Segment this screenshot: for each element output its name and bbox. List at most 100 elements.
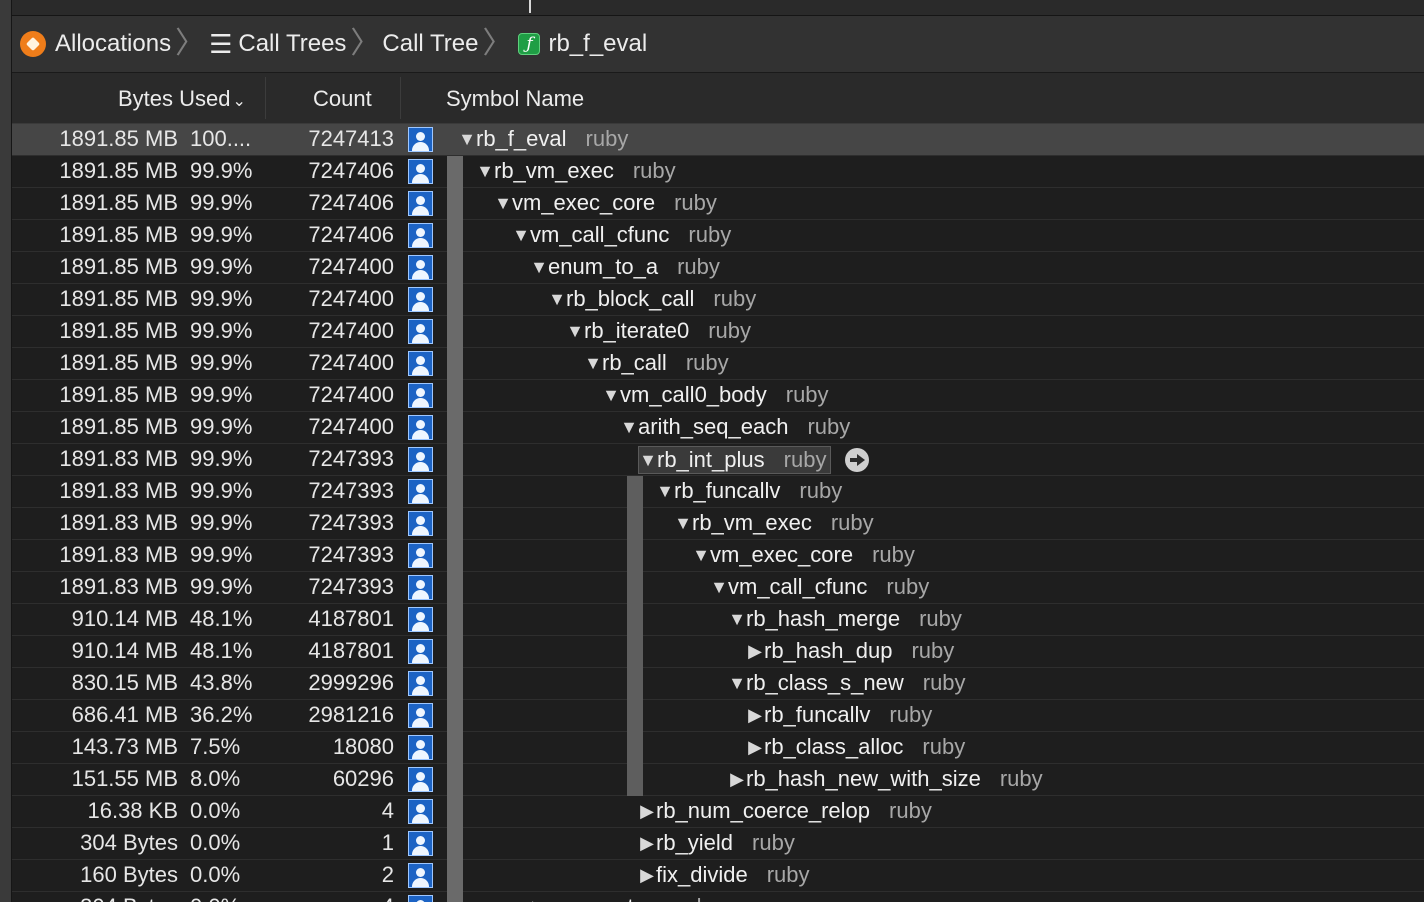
count-cell: 2981216 [308, 702, 394, 727]
table-row[interactable]: 1891.85 MB 99.9% 7247400 ▼ arith_seq_each rub… [11, 412, 1424, 444]
disclosure-expanded-icon[interactable]: ▼ [548, 289, 566, 310]
disclosure-expanded-icon[interactable]: ▼ [530, 257, 548, 278]
disclosure-expanded-icon[interactable]: ▼ [620, 417, 638, 438]
chevron-right-icon: 〉 [350, 27, 381, 60]
table-row[interactable]: 910.14 MB 48.1% 4187801 ▼ rb_hash_merge ruby [11, 604, 1424, 636]
count-cell: 7247393 [308, 446, 394, 471]
breadcrumb-allocations[interactable]: Allocations [11, 16, 171, 72]
symbol-name: rb_hash_new_with_size [746, 766, 981, 791]
table-row[interactable]: 1891.85 MB 99.9% 7247400 ▼ rb_block_call ruby [11, 284, 1424, 316]
table-row[interactable]: 1891.83 MB 99.9% 7247393 ▼ rb_int_plus ruby [11, 444, 1424, 476]
disclosure-expanded-icon[interactable]: ▼ [728, 673, 746, 694]
table-row[interactable]: 1891.83 MB 99.9% 7247393 ▼ vm_call_cfunc ruby [11, 572, 1424, 604]
symbol-name: vm_exec_core [710, 542, 854, 567]
disclosure-expanded-icon[interactable]: ▼ [728, 609, 746, 630]
bytes-percent-cell: 99.9% [190, 542, 253, 567]
table-row[interactable]: 1891.85 MB 99.9% 7247406 ▼ rb_vm_exec ruby [11, 156, 1424, 188]
disclosure-collapsed-icon[interactable]: ▶ [746, 641, 764, 662]
user-code-icon [408, 735, 433, 760]
table-row[interactable]: 16.38 KB 0.0% 4 ▶ rb_num_coerce_relop ruby [11, 796, 1424, 828]
disclosure-expanded-icon[interactable]: ▼ [602, 385, 620, 406]
disclosure-expanded-icon[interactable]: ▼ [674, 513, 692, 534]
column-divider[interactable] [400, 77, 401, 119]
user-code-icon [408, 287, 433, 312]
bytes-used-cell: 1891.85 MB [59, 254, 178, 279]
bytes-percent-cell: 99.9% [190, 446, 253, 471]
disclosure-collapsed-icon[interactable]: ▶ [728, 769, 746, 790]
bytes-percent-cell: 99.9% [190, 318, 253, 343]
table-row[interactable]: 1891.83 MB 99.9% 7247393 ▼ rb_vm_exec ruby [11, 508, 1424, 540]
disclosure-expanded-icon[interactable]: ▼ [656, 481, 674, 502]
table-row[interactable]: 143.73 MB 7.5% 18080 ▶ rb_class_alloc ruby [11, 732, 1424, 764]
table-row[interactable]: 1891.83 MB 99.9% 7247393 ▼ vm_exec_core ruby [11, 540, 1424, 572]
table-row[interactable]: 1891.85 MB 99.9% 7247400 ▼ rb_iterate0 ruby [11, 316, 1424, 348]
user-code-icon [408, 415, 433, 440]
user-code-icon [408, 607, 433, 632]
breadcrumb-call-trees[interactable]: ☰ Call Trees [207, 16, 346, 72]
disclosure-collapsed-icon[interactable]: ▶ [746, 737, 764, 758]
table-row[interactable]: 1891.85 MB 99.9% 7247400 ▼ enum_to_a ruby [11, 252, 1424, 284]
table-row[interactable]: 304 Bytes 0.0% 1 ▶ rb_yield ruby [11, 828, 1424, 860]
bytes-percent-cell: 43.8% [190, 670, 253, 695]
count-cell: 7247393 [308, 478, 394, 503]
user-code-icon [408, 447, 433, 472]
column-header-bytes-used[interactable]: Bytes Used ⌄ [118, 86, 246, 112]
call-tree-outline[interactable]: 1891.85 MB 100.... 7247413 ▼ rb_f_eval ruby 18… [11, 124, 1424, 902]
disclosure-expanded-icon[interactable]: ▼ [476, 161, 494, 182]
bytes-percent-cell: 99.9% [190, 158, 253, 183]
user-code-icon [408, 319, 433, 344]
disclosure-collapsed-icon[interactable]: ▶ [746, 705, 764, 726]
symbol-name: rb_hash_merge [746, 606, 901, 631]
bytes-used-cell: 1891.85 MB [59, 126, 178, 151]
table-row[interactable]: 686.41 MB 36.2% 2981216 ▶ rb_funcallv ruby [11, 700, 1424, 732]
table-row[interactable]: 1891.85 MB 99.9% 7247400 ▼ vm_call0_body ruby [11, 380, 1424, 412]
disclosure-expanded-icon[interactable]: ▼ [458, 129, 476, 150]
table-row[interactable]: 910.14 MB 48.1% 4187801 ▶ rb_hash_dup ruby [11, 636, 1424, 668]
disclosure-expanded-icon[interactable]: ▼ [710, 577, 728, 598]
disclosure-collapsed-icon[interactable]: ▶ [530, 897, 548, 902]
table-row[interactable]: 830.15 MB 43.8% 2999296 ▼ rb_class_s_new ruby [11, 668, 1424, 700]
disclosure-expanded-icon[interactable]: ▼ [692, 545, 710, 566]
symbol-cell: ▶ rb_yield ruby [638, 830, 795, 856]
focus-arrow-button[interactable] [845, 448, 869, 472]
symbol-name: rb_hash_dup [764, 638, 893, 663]
symbol-cell: ▶ rb_class_alloc ruby [746, 734, 965, 760]
symbol-cell: ▼ rb_iterate0 ruby [566, 318, 751, 344]
table-row[interactable]: 160 Bytes 0.0% 2 ▶ fix_divide ruby [11, 860, 1424, 892]
symbol-library: ruby [585, 126, 629, 151]
table-row[interactable]: 304 Bytes 0.0% 4 ▶range_step ruby [11, 892, 1424, 902]
table-row[interactable]: 151.55 MB 8.0% 60296 ▶ rb_hash_new_with_size… [11, 764, 1424, 796]
symbol-name: arith_seq_each [638, 414, 789, 439]
symbol-name: fix_divide [656, 862, 748, 887]
disclosure-expanded-icon[interactable]: ▼ [512, 225, 530, 246]
bytes-used-cell: 910.14 MB [71, 638, 178, 663]
column-header-symbol-name[interactable]: Symbol Name [446, 86, 584, 112]
symbol-name: rb_funcallv [674, 478, 781, 503]
symbol-cell: ▼ vm_call_cfunc ruby [710, 574, 929, 600]
disclosure-collapsed-icon[interactable]: ▶ [638, 865, 656, 886]
bytes-percent-cell: 99.9% [190, 574, 253, 599]
disclosure-expanded-icon[interactable]: ▼ [584, 353, 602, 374]
disclosure-collapsed-icon[interactable]: ▶ [638, 833, 656, 854]
table-row[interactable]: 1891.83 MB 99.9% 7247393 ▼ rb_funcallv ruby [11, 476, 1424, 508]
disclosure-expanded-icon[interactable]: ▼ [566, 321, 584, 342]
timeline-strip[interactable] [11, 0, 1424, 16]
disclosure-collapsed-icon[interactable]: ▶ [638, 801, 656, 822]
breadcrumb-rb-f-eval[interactable]: ƒ rb_f_eval [514, 16, 647, 72]
table-row[interactable]: 1891.85 MB 100.... 7247413 ▼ rb_f_eval ruby [11, 124, 1424, 156]
symbol-library: ruby [677, 254, 720, 279]
symbol-cell: ▼ rb_vm_exec ruby [476, 158, 676, 184]
table-row[interactable]: 1891.85 MB 99.9% 7247406 ▼ vm_exec_core ruby [11, 188, 1424, 220]
disclosure-expanded-icon[interactable]: ▼ [494, 193, 512, 214]
column-divider[interactable] [265, 77, 266, 119]
column-header-count[interactable]: Count [313, 86, 372, 112]
table-row[interactable]: 1891.85 MB 99.9% 7247406 ▼ vm_call_cfunc ruby [11, 220, 1424, 252]
breadcrumb-call-tree[interactable]: Call Tree [382, 16, 478, 72]
bytes-percent-cell: 99.9% [190, 510, 253, 535]
timeline-inspection-caret[interactable] [529, 0, 531, 13]
symbol-library: ruby [783, 447, 827, 472]
table-row[interactable]: 1891.85 MB 99.9% 7247400 ▼ rb_call ruby [11, 348, 1424, 380]
bytes-used-cell: 686.41 MB [71, 702, 178, 727]
disclosure-expanded-icon[interactable]: ▼ [639, 450, 657, 471]
count-cell: 2 [381, 862, 394, 887]
